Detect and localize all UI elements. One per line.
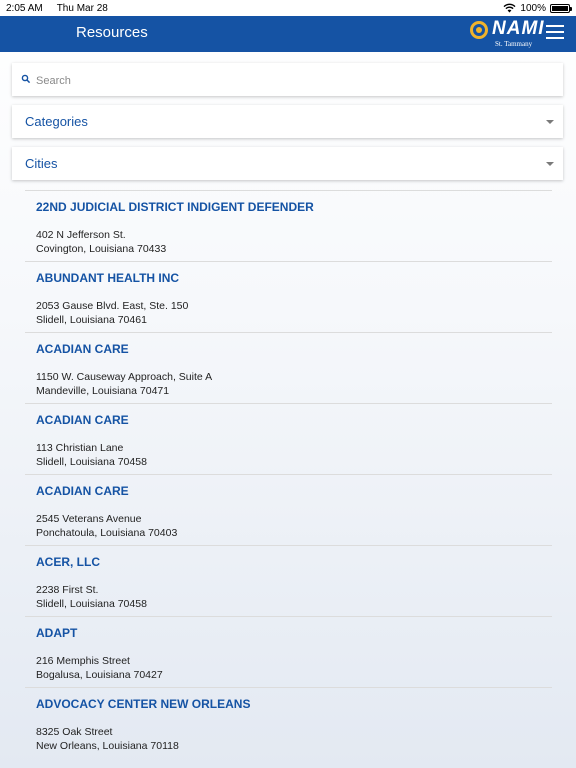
- logo-text: NAMI: [492, 18, 545, 39]
- resource-city: Slidell, Louisiana 70461: [36, 314, 147, 326]
- hamburger-menu-icon[interactable]: [546, 25, 564, 39]
- chevron-down-icon: [546, 162, 554, 166]
- resource-street: 2053 Gause Blvd. East, Ste. 150: [36, 300, 189, 312]
- status-bar: 2:05 AM Thu Mar 28 100%: [0, 0, 576, 16]
- cities-label: Cities: [25, 156, 58, 171]
- resource-street: 113 Christian Lane: [36, 442, 124, 454]
- categories-dropdown[interactable]: Categories: [12, 105, 563, 138]
- resource-city: New Orleans, Louisiana 70118: [36, 740, 179, 752]
- resource-street: 8325 Oak Street: [36, 726, 113, 738]
- resource-city: Mandeville, Louisiana 70471: [36, 385, 170, 397]
- resource-city: Slidell, Louisiana 70458: [36, 598, 147, 610]
- resource-name[interactable]: 22ND JUDICIAL DISTRICT INDIGENT DEFENDER: [36, 200, 314, 214]
- resource-city: Ponchatoula, Louisiana 70403: [36, 527, 178, 539]
- status-time: 2:05 AM: [6, 2, 43, 14]
- chevron-down-icon: [546, 120, 554, 124]
- resource-city: Covington, Louisiana 70433: [36, 243, 167, 255]
- resource-name[interactable]: ADAPT: [36, 626, 77, 640]
- categories-label: Categories: [25, 114, 88, 129]
- resource-name[interactable]: ACADIAN CARE: [36, 484, 129, 498]
- list-item[interactable]: ACADIAN CARE 2545 Veterans Avenue Poncha…: [25, 474, 552, 545]
- resource-city: Bogalusa, Louisiana 70427: [36, 669, 163, 681]
- resource-city: Slidell, Louisiana 70458: [36, 456, 147, 468]
- cities-dropdown[interactable]: Cities: [12, 147, 563, 180]
- list-item[interactable]: ACADIAN CARE 1150 W. Causeway Approach, …: [25, 332, 552, 403]
- resource-name[interactable]: ACER, LLC: [36, 555, 100, 569]
- resource-list: 22ND JUDICIAL DISTRICT INDIGENT DEFENDER…: [25, 190, 552, 758]
- app-header: Resources NAMI St. Tammany: [0, 16, 576, 52]
- list-item[interactable]: ABUNDANT HEALTH INC 2053 Gause Blvd. Eas…: [25, 261, 552, 332]
- search-icon: [21, 74, 31, 84]
- list-item[interactable]: 22ND JUDICIAL DISTRICT INDIGENT DEFENDER…: [25, 190, 552, 261]
- list-item[interactable]: ACADIAN CARE 113 Christian Lane Slidell,…: [25, 403, 552, 474]
- logo-emblem-icon: [470, 21, 488, 39]
- resource-name[interactable]: ADVOCACY CENTER NEW ORLEANS: [36, 697, 250, 711]
- page-title: Resources: [76, 24, 148, 41]
- battery-percent: 100%: [520, 2, 546, 14]
- resource-street: 402 N Jefferson St.: [36, 229, 126, 241]
- nami-logo: NAMI St. Tammany: [470, 18, 545, 49]
- resource-street: 2238 First St.: [36, 584, 99, 596]
- resource-name[interactable]: ACADIAN CARE: [36, 342, 129, 356]
- battery-icon: [550, 3, 572, 13]
- wifi-icon: [503, 3, 516, 13]
- resource-street: 216 Memphis Street: [36, 655, 130, 667]
- list-item[interactable]: ADVOCACY CENTER NEW ORLEANS 8325 Oak Str…: [25, 687, 552, 758]
- list-item[interactable]: ADAPT 216 Memphis Street Bogalusa, Louis…: [25, 616, 552, 687]
- logo-subtitle: St. Tammany: [495, 40, 533, 48]
- status-right: 100%: [503, 0, 572, 16]
- list-item[interactable]: ACER, LLC 2238 First St. Slidell, Louisi…: [25, 545, 552, 616]
- resource-name[interactable]: ACADIAN CARE: [36, 413, 129, 427]
- search-bar: [12, 63, 563, 96]
- resource-street: 1150 W. Causeway Approach, Suite A: [36, 371, 213, 383]
- search-input[interactable]: [34, 69, 538, 92]
- resource-name[interactable]: ABUNDANT HEALTH INC: [36, 271, 179, 285]
- resource-street: 2545 Veterans Avenue: [36, 513, 142, 525]
- status-date: Thu Mar 28: [56, 2, 108, 14]
